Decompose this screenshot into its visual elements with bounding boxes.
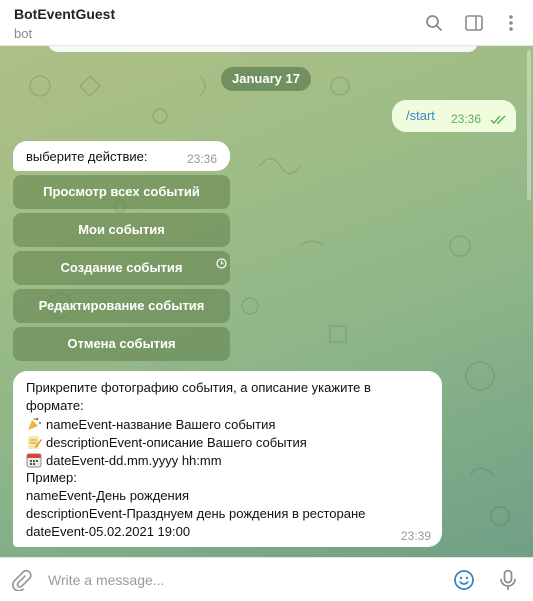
- outgoing-message-text[interactable]: /start: [406, 108, 435, 123]
- more-vertical-icon[interactable]: [500, 12, 522, 34]
- format-field-line: dateEvent-dd.mm.yyyy hh:mm: [26, 452, 222, 468]
- example-label: Пример:: [26, 470, 77, 485]
- double-check-icon: [490, 112, 508, 130]
- keyboard-button-label: Создание события: [60, 260, 183, 275]
- format-field-line: nameEvent-название Вашего события: [26, 416, 275, 432]
- microphone-icon[interactable]: [498, 569, 518, 596]
- message-input[interactable]: [48, 568, 428, 592]
- prompt-text: выберите действие:: [26, 149, 148, 164]
- instruction-line: формате:: [26, 398, 84, 413]
- paperclip-icon[interactable]: [10, 569, 32, 596]
- keyboard-button-view-all-events[interactable]: Просмотр всех событий: [13, 175, 230, 209]
- format-field-line: descriptionEvent-описание Вашего события: [26, 434, 307, 450]
- clock-icon: [216, 248, 227, 282]
- field-date-text: dateEvent-dd.mm.yyyy hh:mm: [46, 453, 222, 468]
- instruction-line: Прикрепите фотографию события, а описани…: [26, 380, 371, 395]
- keyboard-button-my-events[interactable]: Мои события: [13, 213, 230, 247]
- party-popper-icon: [26, 416, 42, 432]
- memo-icon: [26, 434, 42, 450]
- message-composer: [0, 557, 533, 601]
- example-line: dateEvent-05.02.2021 19:00: [26, 524, 191, 539]
- incoming-message-prompt[interactable]: выберите действие: 23:36: [13, 141, 230, 171]
- keyboard-button-create-event[interactable]: Создание события: [13, 251, 230, 285]
- example-line: nameEvent-День рождения: [26, 488, 189, 503]
- keyboard-button-edit-event[interactable]: Редактирование события: [13, 289, 230, 323]
- smile-icon[interactable]: [453, 569, 475, 596]
- outgoing-message-time: 23:36: [451, 112, 482, 126]
- incoming-message-instructions[interactable]: Прикрепите фотографию события, а описани…: [13, 371, 442, 547]
- field-name-text: nameEvent-название Вашего события: [46, 417, 276, 432]
- chat-area[interactable]: January 17 /start 23:36 выберите действи…: [0, 46, 533, 557]
- scrollbar[interactable]: [527, 50, 531, 200]
- outgoing-message[interactable]: /start 23:36: [392, 100, 516, 132]
- example-line: descriptionEvent-Празднуем день рождения…: [26, 506, 366, 521]
- chat-subtitle: bot: [14, 26, 33, 41]
- keyboard-button-cancel-event[interactable]: Отмена события: [13, 327, 230, 361]
- search-icon[interactable]: [423, 12, 445, 34]
- calendar-icon: [26, 452, 42, 468]
- date-separator: January 17: [221, 67, 311, 91]
- previous-message-bubble: [48, 46, 478, 52]
- instruction-message-time: 23:39: [401, 529, 432, 543]
- sidebar-toggle-icon[interactable]: [463, 12, 485, 34]
- chat-header: BotEventGuest bot: [0, 0, 533, 46]
- field-description-text: descriptionEvent-описание Вашего события: [46, 435, 307, 450]
- chat-title[interactable]: BotEventGuest: [14, 6, 115, 22]
- prompt-time: 23:36: [187, 152, 218, 166]
